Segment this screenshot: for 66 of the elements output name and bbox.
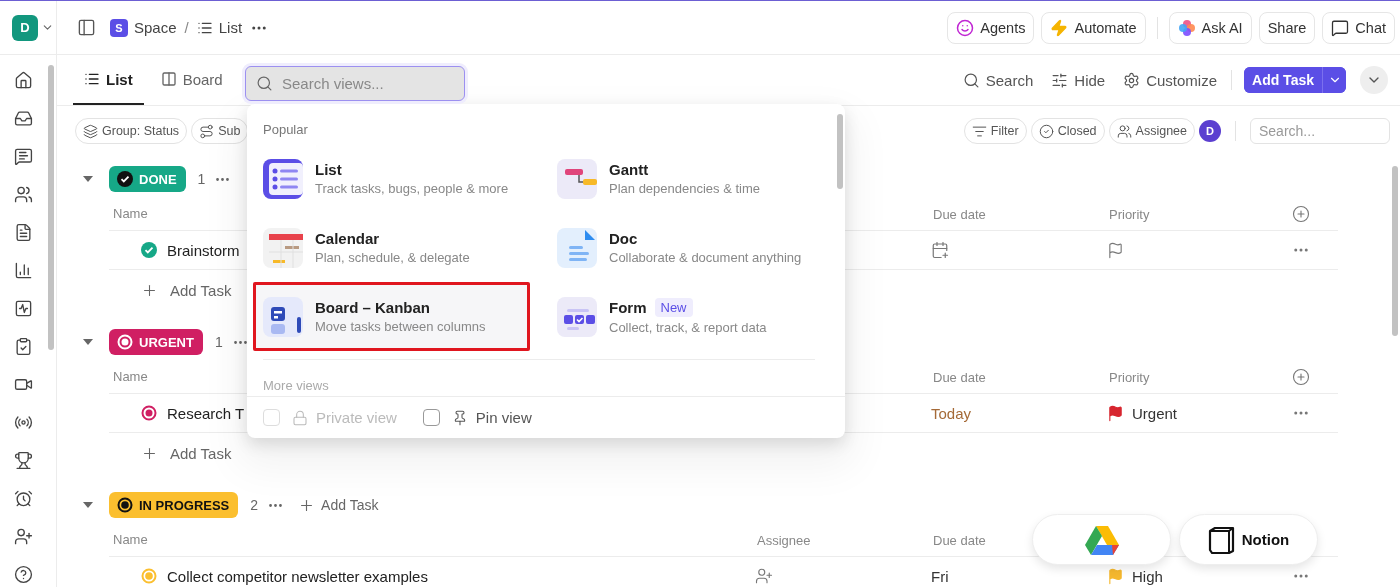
priority-label: Urgent [1132,404,1178,422]
workspace-avatar[interactable]: D [12,14,38,41]
user-avatar[interactable]: D [1199,120,1221,142]
filter-chip[interactable]: Group: Status [75,118,188,144]
column-header: Due date [932,206,986,222]
column-header: Due date [932,369,986,385]
due-date: Fri [931,567,949,585]
column-header: Priority [1108,369,1150,385]
view-description: Move tasks between columns [315,319,486,334]
automate-button[interactable]: Automate [1041,11,1146,44]
new-badge: New [654,298,693,317]
filter-chip[interactable]: Filter [963,118,1027,144]
option-label: Private view [316,409,397,426]
column-header: Due date [932,532,986,548]
view-tab[interactable]: Board [149,55,234,105]
view-title: Doc [609,230,638,247]
add-task-button[interactable]: Add Task [109,270,238,310]
status-badge[interactable]: URGENT [109,329,203,355]
hide-button[interactable]: Hide [1051,71,1106,89]
filter-chip[interactable]: Sub [191,118,249,144]
view-title: Calendar [315,230,380,247]
search-button[interactable]: Search [962,71,1034,89]
due-date: Today [931,404,972,422]
notion-button[interactable]: Notion [1179,514,1318,565]
ask-ai-button[interactable]: Ask AI [1168,11,1252,44]
view-tab[interactable]: List [73,55,144,105]
view-title: Board – Kanban [315,299,431,316]
filter-chip[interactable]: Closed [1030,118,1105,144]
status-badge[interactable]: IN PROGRESS [109,492,239,518]
customize-button[interactable]: Customize [1123,71,1217,89]
chat-button[interactable]: Chat [1322,11,1395,44]
task-count: 1 [197,171,206,187]
column-header: Assignee [756,532,811,548]
view-title: List [315,161,342,178]
task-count: 1 [214,334,223,350]
priority-label: High [1132,567,1163,585]
list-link[interactable]: List [196,19,243,36]
view-description: Collect, track, & report data [609,320,767,335]
space-link[interactable]: S Space [110,18,177,37]
add-task-button[interactable]: Add Task [109,433,238,473]
column-header: Name [112,532,149,547]
task-name[interactable]: Brainstorm [167,241,240,259]
view-description: Plan dependencies & time [609,181,761,196]
search-views-field[interactable]: Search views... [245,66,465,101]
view-description: Plan, schedule, & delegate [315,250,470,265]
task-name[interactable]: Research T [167,404,245,422]
view-option[interactable]: Board – Kanban Move tasks between columns [253,282,530,351]
section-label: More views [262,377,330,395]
view-description: Track tasks, bugs, people & more [315,181,509,196]
section-label: Popular [262,121,309,139]
column-header: Name [112,369,149,384]
view-title: Gantt [609,161,649,178]
view-title: Form [609,299,647,316]
option-label: Pin view [475,409,532,426]
column-header: Priority [1108,206,1150,222]
search-field[interactable]: Search... [1250,118,1390,144]
agents-button[interactable]: Agents [947,11,1035,44]
breadcrumb-separator: / [184,19,189,36]
add-task-button[interactable]: Add Task [292,495,385,515]
column-header: Name [112,206,149,221]
task-count: 2 [250,497,259,513]
share-button[interactable]: Share [1258,11,1316,44]
filter-chip[interactable]: Assignee [1108,118,1195,144]
task-name[interactable]: Collect competitor newsletter examples [167,567,428,585]
space-badge: S [110,18,128,37]
view-description: Collaborate & document anything [609,250,802,265]
